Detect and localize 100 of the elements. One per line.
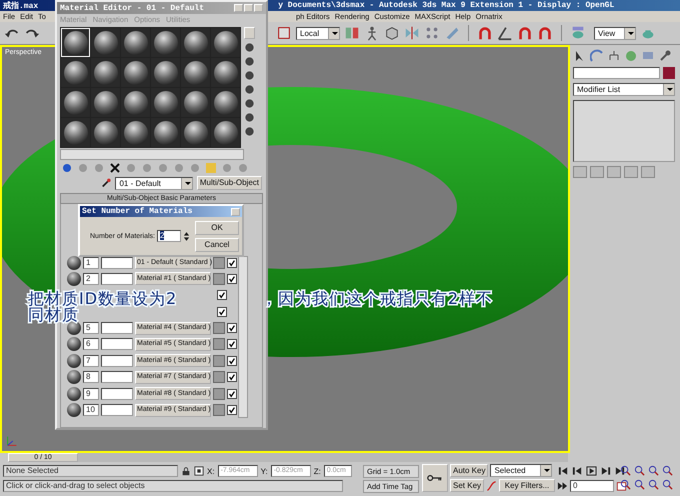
material-sample-slot[interactable] [91, 118, 120, 147]
color-swatch[interactable] [213, 338, 225, 350]
material-id-field[interactable]: 1 [83, 256, 99, 268]
lock-icon[interactable] [181, 466, 191, 476]
modifier-list-dropdown[interactable]: Modifier List [573, 83, 675, 96]
sub-material-name-field[interactable] [101, 272, 133, 285]
mirror-icon[interactable] [404, 25, 420, 41]
material-sample-slot[interactable] [151, 118, 180, 147]
magnet-icon[interactable] [537, 25, 553, 41]
auto-key-button[interactable]: Auto Key [450, 464, 488, 477]
material-sample-slot[interactable] [91, 88, 120, 117]
checkbox[interactable] [217, 306, 227, 317]
next-frame-icon[interactable] [600, 466, 612, 476]
checkbox[interactable] [227, 323, 237, 334]
material-sample-slot[interactable] [91, 28, 120, 57]
horizontal-scrollbar[interactable] [60, 149, 244, 160]
angle-snap-icon[interactable] [497, 25, 513, 41]
material-type-button[interactable]: Multi/Sub-Object [196, 176, 262, 190]
sub-material-name-field[interactable] [101, 338, 133, 350]
material-sample-slot[interactable] [181, 28, 210, 57]
hierarchy-icon[interactable] [607, 49, 621, 63]
material-sample-slot[interactable] [211, 88, 240, 117]
material-sample-slot[interactable] [121, 28, 150, 57]
material-sample-slot[interactable] [151, 88, 180, 117]
object-color-swatch[interactable] [663, 67, 675, 79]
checkbox[interactable] [227, 388, 237, 399]
material-sample-slot[interactable] [211, 58, 240, 87]
number-of-materials-field[interactable]: 2 [156, 230, 181, 242]
color-swatch[interactable] [213, 354, 225, 367]
checkbox[interactable] [227, 258, 237, 268]
checkbox[interactable] [227, 372, 237, 382]
material-sample-slot[interactable] [151, 58, 180, 87]
color-swatch[interactable] [213, 371, 225, 384]
checkbox[interactable] [227, 274, 237, 284]
color-swatch[interactable] [213, 322, 225, 334]
modifier-stack[interactable] [573, 100, 675, 162]
wrench-icon[interactable] [658, 49, 672, 63]
material-sample-slot[interactable] [211, 28, 240, 57]
object-name-field[interactable] [573, 67, 660, 79]
checkbox[interactable] [227, 405, 237, 416]
color-swatch[interactable] [213, 388, 225, 400]
checkbox[interactable] [227, 356, 237, 366]
current-frame-field[interactable]: 0 [570, 480, 614, 492]
material-sample-slot[interactable] [211, 118, 240, 147]
material-sample-slot[interactable] [181, 58, 210, 87]
sphere-icon[interactable] [244, 42, 255, 53]
material-id-field[interactable]: 2 [83, 272, 99, 285]
array-icon[interactable] [424, 25, 440, 41]
material-id-field[interactable]: 8 [83, 371, 99, 384]
material-id-field[interactable]: 6 [83, 338, 99, 350]
material-id-field[interactable]: 10 [83, 404, 99, 416]
go-start-icon[interactable] [558, 466, 570, 476]
key-button[interactable] [422, 464, 448, 492]
absolute-mode-icon[interactable] [194, 466, 204, 476]
prev-frame-icon[interactable] [572, 466, 584, 476]
sub-material-name-field[interactable] [101, 354, 133, 367]
material-id-field[interactable]: 9 [83, 388, 99, 400]
sub-material-name-field[interactable] [101, 371, 133, 384]
reset-icon[interactable] [109, 162, 121, 174]
get-material-icon[interactable] [61, 162, 73, 174]
view-dropdown[interactable]: View [594, 26, 636, 40]
eyedropper-icon[interactable] [101, 177, 112, 189]
reference-coordinate-dropdown[interactable]: Local [296, 26, 340, 40]
material-name-dropdown[interactable]: 01 - Default [115, 176, 193, 190]
material-sample-slot[interactable] [121, 58, 150, 87]
material-id-field[interactable]: 7 [83, 354, 99, 367]
dialog-button[interactable]: OK [195, 220, 239, 234]
set-key-button[interactable]: Set Key [450, 479, 484, 492]
box-icon[interactable] [384, 25, 400, 41]
material-sample-slot[interactable] [121, 88, 150, 117]
material-sample-slot[interactable] [151, 28, 180, 57]
material-sample-slot[interactable] [121, 118, 150, 147]
magnet-icon[interactable] [517, 25, 533, 41]
key-mode-dropdown[interactable]: Selected [490, 464, 552, 477]
material-id-field[interactable]: 5 [83, 322, 99, 334]
sub-material-name-field[interactable] [101, 388, 133, 400]
go-end-icon[interactable] [614, 466, 626, 476]
material-sample-slot[interactable] [91, 58, 120, 87]
list-scrollbar[interactable] [238, 256, 248, 418]
color-swatch[interactable] [213, 256, 225, 268]
y-label: Y: [260, 466, 268, 476]
color-swatch[interactable] [213, 272, 225, 285]
axis-gizmo-icon [5, 434, 19, 448]
color-swatch[interactable] [213, 404, 225, 416]
sub-material-name-field[interactable] [101, 404, 133, 416]
checkbox[interactable] [217, 290, 227, 300]
dialog-button[interactable]: Cancel [195, 238, 239, 252]
material-sample-slot[interactable] [61, 88, 90, 117]
magnet-icon[interactable] [477, 25, 493, 41]
play-icon[interactable] [586, 466, 598, 476]
tangent-icon[interactable] [486, 480, 498, 490]
sub-material-name-field[interactable] [101, 256, 133, 268]
material-sample-slot[interactable] [181, 118, 210, 147]
zoom-icon[interactable] [620, 465, 631, 476]
material-sample-slot[interactable] [61, 118, 90, 147]
sub-material-name-field[interactable] [101, 322, 133, 334]
key-filters-button[interactable]: Key Filters... [499, 479, 556, 492]
material-sample-slot[interactable] [61, 58, 90, 87]
checkbox[interactable] [227, 339, 237, 350]
material-sample-slot[interactable] [181, 88, 210, 117]
